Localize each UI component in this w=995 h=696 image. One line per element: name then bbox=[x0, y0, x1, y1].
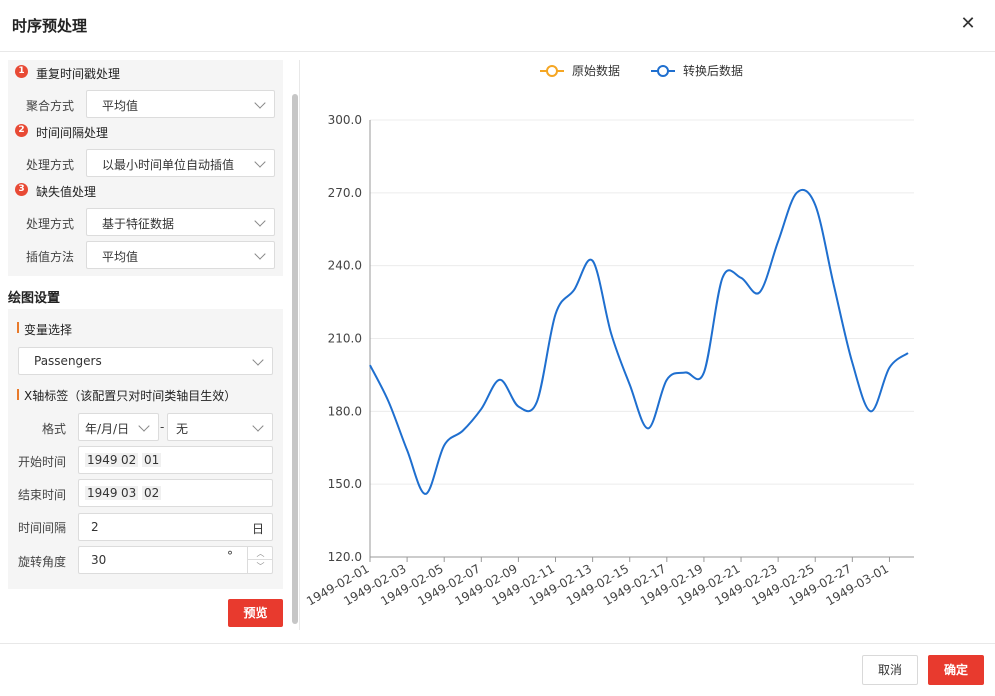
start-year: 1949 bbox=[85, 453, 120, 467]
interval-method-value: 以最小时间单位自动插值 bbox=[102, 158, 235, 172]
chevron-down-icon bbox=[138, 420, 150, 432]
format-label: 格式 bbox=[42, 422, 67, 436]
rotate-label: 旋转角度 bbox=[18, 555, 67, 569]
rotate-unit: ° bbox=[227, 549, 233, 563]
var-select[interactable]: Passengers bbox=[18, 347, 273, 375]
agg-select[interactable]: 平均值 bbox=[86, 90, 275, 118]
interp-label: 插值方法 bbox=[26, 250, 75, 264]
y-tick-label: 180.0 bbox=[328, 404, 362, 418]
interval-unit: 日 bbox=[251, 522, 264, 536]
preview-button[interactable]: 预览 bbox=[228, 599, 283, 627]
legend-label: 转换后数据 bbox=[683, 63, 743, 78]
y-tick-label: 270.0 bbox=[328, 186, 362, 200]
interval-value: 2 bbox=[91, 520, 99, 534]
end-date-input[interactable]: 1949 03 02 bbox=[78, 479, 273, 507]
interp-select[interactable]: 平均值 bbox=[86, 241, 275, 269]
end-label: 结束时间 bbox=[18, 488, 67, 502]
ok-button[interactable]: 确定 bbox=[928, 655, 984, 685]
spinner: ︿ ﹀ bbox=[247, 547, 273, 573]
chevron-down-icon bbox=[254, 248, 266, 260]
rotate-input[interactable]: 30 ° ︿ ﹀ bbox=[78, 546, 273, 574]
var-value: Passengers bbox=[34, 354, 102, 368]
dialog-title: 时序预处理 bbox=[12, 17, 88, 35]
interval-method-select[interactable]: 以最小时间单位自动插值 bbox=[86, 149, 275, 177]
end-year: 1949 bbox=[85, 486, 120, 500]
line-chart: 120.0150.0180.0210.0240.0270.0300.01949-… bbox=[304, 63, 914, 608]
missing-method-select[interactable]: 基于特征数据 bbox=[86, 208, 275, 236]
chart-area: 120.0 150.0 180.0 210.0 240.0 270.0 300.0 1949-… bbox=[300, 53, 990, 643]
preprocess-dialog: 时序预处理 ✕ 1 重复时间戳处理 聚合方式 平均值 2 时间间隔处理 处理方式… bbox=[0, 0, 995, 696]
dialog-header: 时序预处理 ✕ bbox=[0, 0, 995, 52]
step-badge-1: 1 bbox=[15, 65, 28, 78]
interval-label: 时间间隔 bbox=[18, 521, 67, 535]
plot-settings-title: 绘图设置 bbox=[8, 291, 61, 306]
time-format-value: 无 bbox=[176, 422, 189, 436]
start-day: 01 bbox=[142, 453, 162, 467]
duplicate-title: 重复时间戳处理 bbox=[36, 67, 121, 81]
y-tick-label: 210.0 bbox=[328, 332, 362, 346]
date-format-select[interactable]: 年/月/日 bbox=[78, 413, 159, 441]
end-day: 02 bbox=[142, 486, 162, 500]
missing-title: 缺失值处理 bbox=[36, 185, 97, 199]
chevron-down-icon bbox=[252, 420, 264, 432]
y-tick-label: 300.0 bbox=[328, 113, 362, 127]
section-marker bbox=[17, 389, 19, 400]
missing-method-value: 基于特征数据 bbox=[102, 217, 175, 231]
y-tick-label: 150.0 bbox=[328, 477, 362, 491]
end-month: 03 bbox=[119, 486, 139, 500]
xaxis-title: X轴标签（该配置只对时间类轴目生效） bbox=[24, 389, 237, 403]
legend-marker bbox=[546, 65, 558, 77]
step-badge-2: 2 bbox=[15, 124, 28, 137]
footer-divider bbox=[0, 643, 995, 644]
start-label: 开始时间 bbox=[18, 455, 67, 469]
interval-input[interactable]: 2 日 bbox=[78, 513, 273, 541]
agg-label: 聚合方式 bbox=[26, 99, 75, 113]
legend-label: 原始数据 bbox=[572, 63, 620, 78]
missing-method-label: 处理方式 bbox=[26, 217, 75, 231]
time-format-select[interactable]: 无 bbox=[167, 413, 273, 441]
rotate-value: 30 bbox=[91, 553, 107, 567]
series-line-transformed bbox=[369, 188, 909, 495]
spinner-down-icon[interactable]: ﹀ bbox=[248, 560, 273, 573]
scrollbar[interactable] bbox=[292, 94, 298, 624]
chevron-down-icon bbox=[254, 215, 266, 227]
spinner-up-icon[interactable]: ︿ bbox=[248, 547, 273, 560]
interval-method-label: 处理方式 bbox=[26, 158, 75, 172]
format-dash: - bbox=[160, 420, 165, 434]
y-tick-label: 120.0 bbox=[328, 550, 362, 564]
date-format-value: 年/月/日 bbox=[85, 422, 130, 436]
close-icon[interactable]: ✕ bbox=[958, 14, 978, 34]
interp-value: 平均值 bbox=[102, 250, 139, 264]
start-month: 02 bbox=[119, 453, 139, 467]
step-badge-3: 3 bbox=[15, 183, 28, 196]
chevron-down-icon bbox=[254, 156, 266, 168]
section-marker bbox=[17, 322, 19, 333]
interval-title: 时间间隔处理 bbox=[36, 126, 109, 140]
cancel-button[interactable]: 取消 bbox=[862, 655, 918, 685]
legend-marker bbox=[657, 65, 669, 77]
start-date-input[interactable]: 1949 02 01 bbox=[78, 446, 273, 474]
var-title: 变量选择 bbox=[24, 323, 73, 337]
chevron-down-icon bbox=[252, 354, 264, 366]
y-tick-label: 240.0 bbox=[328, 259, 362, 273]
chevron-down-icon bbox=[254, 97, 266, 109]
agg-value: 平均值 bbox=[102, 99, 139, 113]
